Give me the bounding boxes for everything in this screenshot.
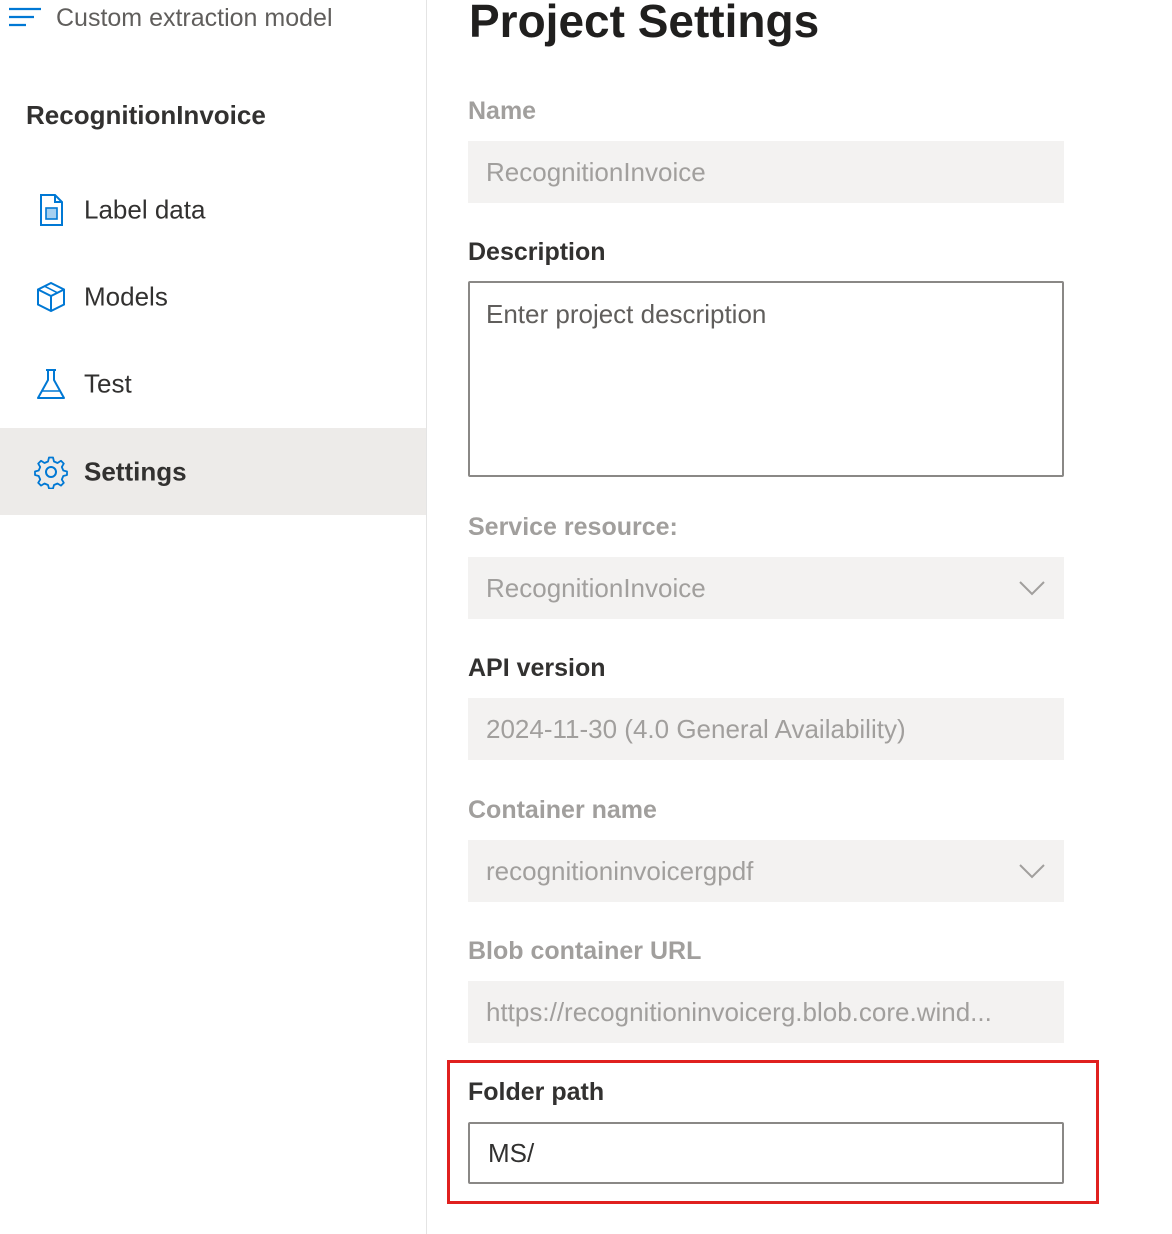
description-label: Description <box>468 238 606 266</box>
blob-url-label: Blob container URL <box>468 937 702 965</box>
name-value: RecognitionInvoice <box>486 156 706 187</box>
cube-icon <box>37 281 65 312</box>
project-name: RecognitionInvoice <box>26 100 266 130</box>
sidebar-item-label: Settings <box>84 456 187 486</box>
description-field[interactable] <box>468 281 1064 477</box>
container-name-value: recognitioninvoicergpdf <box>486 855 754 886</box>
service-resource-dropdown: RecognitionInvoice <box>468 557 1064 619</box>
document-icon <box>40 193 63 226</box>
sidebar-item-label: Test <box>84 368 132 398</box>
page-title: Project Settings <box>469 0 820 47</box>
chevron-down-icon <box>1019 581 1045 596</box>
sidebar-item-label-data[interactable]: Label data <box>0 166 426 253</box>
blob-url-value: https://recognitioninvoicerg.blob.core.w… <box>486 996 992 1027</box>
api-version-value: 2024-11-30 (4.0 General Availability) <box>486 713 906 744</box>
sidebar-item-test[interactable]: Test <box>0 340 426 427</box>
service-resource-label: Service resource: <box>468 513 678 541</box>
name-field: RecognitionInvoice <box>468 141 1064 203</box>
chevron-down-icon <box>1019 864 1045 879</box>
hamburger-menu-icon[interactable] <box>8 6 42 28</box>
name-label: Name <box>468 97 537 125</box>
container-name-dropdown: recognitioninvoicergpdf <box>468 840 1064 902</box>
api-version-field: 2024-11-30 (4.0 General Availability) <box>468 698 1064 760</box>
sidebar-item-label: Label data <box>84 194 206 224</box>
app-title: Custom extraction model <box>56 4 333 32</box>
container-name-label: Container name <box>468 796 657 824</box>
highlight-box <box>447 1060 1099 1204</box>
sidebar: Custom extraction model RecognitionInvoi… <box>0 0 427 1234</box>
gear-icon <box>34 456 68 489</box>
api-version-label: API version <box>468 654 606 682</box>
service-resource-value: RecognitionInvoice <box>486 572 706 603</box>
blob-url-field: https://recognitioninvoicerg.blob.core.w… <box>468 981 1064 1043</box>
flask-icon <box>37 368 65 399</box>
sidebar-item-label: Models <box>84 281 168 311</box>
sidebar-item-settings[interactable]: Settings <box>0 428 426 515</box>
sidebar-item-models[interactable]: Models <box>0 253 426 340</box>
settings-panel: Project Settings Name RecognitionInvoice… <box>427 0 1172 1234</box>
top-bar: Custom extraction model <box>0 0 426 40</box>
